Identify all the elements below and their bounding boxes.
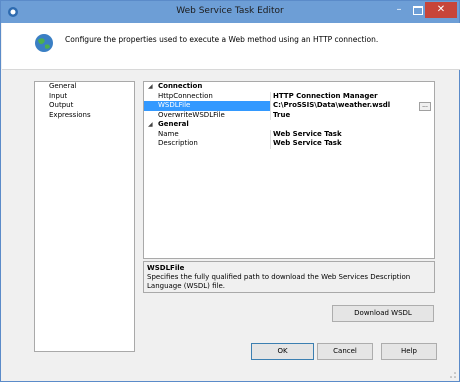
minimize-button[interactable]: – <box>392 4 406 18</box>
download-wsdl-button[interactable]: Download WSDL <box>332 305 434 322</box>
nav-item-output[interactable]: Output <box>35 101 134 111</box>
property-value[interactable]: HTTP Connection Manager <box>271 92 434 102</box>
globe-icon <box>35 34 53 52</box>
resize-grip-icon[interactable] <box>449 371 457 379</box>
nav-item-general[interactable]: General <box>35 82 134 92</box>
category-label: Connection <box>158 82 203 90</box>
nav-item-input[interactable]: Input <box>35 92 134 102</box>
property-name: Description <box>144 139 271 149</box>
maximize-button[interactable] <box>411 4 425 18</box>
description-panel: WSDLFile Specifies the fully qualified p… <box>143 261 435 293</box>
description-title: WSDLFile <box>147 264 185 272</box>
dialog-window: Web Service Task Editor – ✕ Configure th… <box>0 0 460 382</box>
window-title: Web Service Task Editor <box>176 6 284 16</box>
property-value[interactable]: C:\ProSSIS\Data\weather.wsdl <box>271 101 434 111</box>
property-row-wsdlfile[interactable]: WSDLFile C:\ProSSIS\Data\weather.wsdl ..… <box>144 101 434 111</box>
property-grid: ◢ Connection HttpConnection HTTP Connect… <box>143 81 435 259</box>
title-bar[interactable]: Web Service Task Editor – ✕ <box>1 1 459 23</box>
maximize-icon <box>413 6 423 15</box>
ok-button[interactable]: OK <box>251 343 314 360</box>
collapse-icon[interactable]: ◢ <box>148 120 153 130</box>
close-button[interactable]: ✕ <box>425 2 457 18</box>
collapse-icon[interactable]: ◢ <box>148 82 153 92</box>
nav-item-expressions[interactable]: Expressions <box>35 111 134 121</box>
category-connection[interactable]: ◢ Connection <box>144 82 434 92</box>
property-name: Name <box>144 129 271 139</box>
help-button[interactable]: Help <box>381 343 437 360</box>
category-label: General <box>158 120 189 128</box>
property-name: OverwriteWSDLFile <box>144 110 271 120</box>
category-general[interactable]: ◢ General <box>144 120 434 130</box>
property-value[interactable]: True <box>271 111 434 121</box>
property-name: WSDLFile <box>144 101 271 111</box>
description-text: Specifies the fully qualified path to do… <box>147 273 411 290</box>
property-row-overwritewsdlfile[interactable]: OverwriteWSDLFile True <box>144 110 434 121</box>
property-row-name[interactable]: Name Web Service Task <box>144 129 434 140</box>
property-value[interactable]: Web Service Task <box>271 139 434 149</box>
property-name: HttpConnection <box>144 91 271 101</box>
nav-pane: General Input Output Expressions <box>34 81 135 352</box>
header-panel: Configure the properties used to execute… <box>2 23 460 70</box>
header-description: Configure the properties used to execute… <box>65 35 379 44</box>
property-row-description[interactable]: Description Web Service Task <box>144 139 434 149</box>
property-value[interactable]: Web Service Task <box>271 130 434 140</box>
property-row-httpconnection[interactable]: HttpConnection HTTP Connection Manager <box>144 91 434 102</box>
cancel-button[interactable]: Cancel <box>317 343 373 360</box>
